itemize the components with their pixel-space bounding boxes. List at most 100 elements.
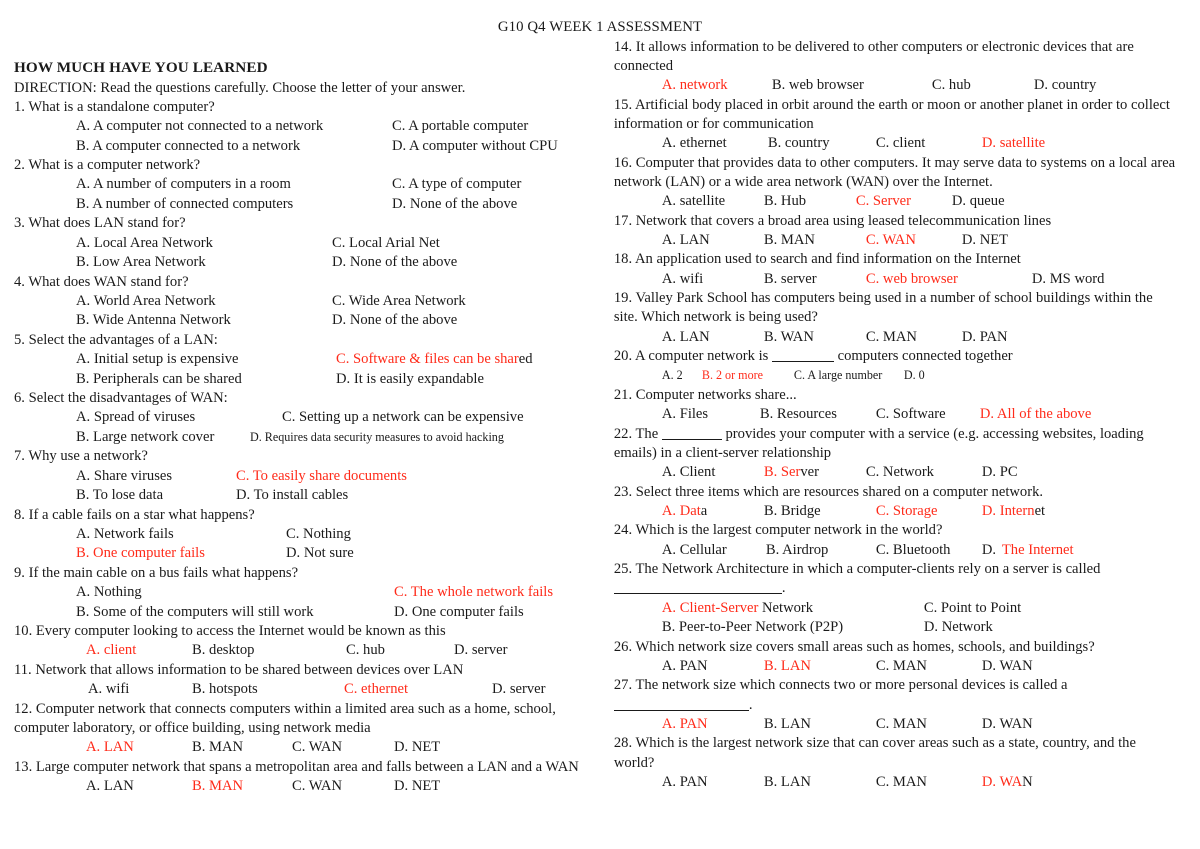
option-a[interactable]: A. Nothing <box>76 583 142 602</box>
option-b[interactable]: B. Peripherals can be shared <box>76 370 242 389</box>
option-d[interactable]: D. It is easily expandable <box>336 370 484 389</box>
option-c[interactable]: C. MAN <box>876 773 927 792</box>
option-b[interactable]: B. One computer fails <box>76 544 205 563</box>
option-c[interactable]: C. WAN <box>292 738 342 757</box>
option-a[interactable]: A. client <box>86 641 136 660</box>
option-c[interactable]: C. Server <box>856 192 911 211</box>
option-b[interactable]: B. Low Area Network <box>76 253 206 272</box>
option-b[interactable]: B. LAN <box>764 657 811 676</box>
option-c[interactable]: C. The whole network fails <box>394 583 553 602</box>
option-b[interactable]: B. LAN <box>764 715 811 734</box>
option-c[interactable]: C. Network <box>866 463 934 482</box>
option-a[interactable]: A. Network fails <box>76 525 174 544</box>
option-b[interactable]: B. Peer-to-Peer Network (P2P) <box>662 618 843 637</box>
option-a[interactable]: A. Local Area Network <box>76 234 213 253</box>
option-c[interactable]: C. Wide Area Network <box>332 292 466 311</box>
option-b[interactable]: B. hotspots <box>192 680 258 699</box>
option-c[interactable]: C. Setting up a network can be expensive <box>282 408 524 427</box>
option-c[interactable]: C. A type of computer <box>392 175 521 194</box>
option-b[interactable]: B. Server <box>764 463 819 482</box>
option-a[interactable]: A. Client-Server Network <box>662 599 813 618</box>
option-b[interactable]: B. server <box>764 270 817 289</box>
option-c[interactable]: C. MAN <box>876 715 927 734</box>
option-d[interactable]: D. WAN <box>982 773 1033 792</box>
option-c[interactable]: C. To easily share documents <box>236 467 407 486</box>
option-a[interactable]: A. Spread of viruses <box>76 408 195 427</box>
option-d[interactable]: D. NET <box>394 738 440 757</box>
option-d[interactable]: D. All of the above <box>980 405 1091 424</box>
option-b[interactable]: B. Wide Antenna Network <box>76 311 231 330</box>
option-a[interactable]: A. wifi <box>662 270 703 289</box>
option-b[interactable]: B. Some of the computers will still work <box>76 603 314 622</box>
option-a[interactable]: A. network <box>662 76 728 95</box>
option-a[interactable]: A. PAN <box>662 715 708 734</box>
option-b[interactable]: B. web browser <box>772 76 864 95</box>
option-c[interactable]: C. Nothing <box>286 525 351 544</box>
option-b[interactable]: B. Hub <box>764 192 806 211</box>
fill-in-blank[interactable] <box>613 698 749 711</box>
option-a[interactable]: A. ethernet <box>662 134 727 153</box>
option-c[interactable]: C. hub <box>932 76 971 95</box>
option-d[interactable]: D. Not sure <box>286 544 354 563</box>
option-b[interactable]: B. To lose data <box>76 486 163 505</box>
option-c[interactable]: C. WAN <box>292 777 342 796</box>
option-a[interactable]: A. PAN <box>662 657 708 676</box>
option-c[interactable]: C. ethernet <box>344 680 408 699</box>
option-c[interactable]: C. Software & files can be shared <box>336 350 533 369</box>
option-d[interactable]: D. server <box>492 680 546 699</box>
option-b[interactable]: B. WAN <box>764 328 814 347</box>
option-a[interactable]: A. Files <box>662 405 708 424</box>
option-c[interactable]: C. MAN <box>876 657 927 676</box>
option-d[interactable]: D. Internet <box>982 502 1045 521</box>
option-d[interactable]: D. NET <box>394 777 440 796</box>
fill-in-blank[interactable] <box>771 349 834 363</box>
option-d[interactable]: D. PC <box>982 463 1018 482</box>
option-d[interactable]: D. None of the above <box>332 253 457 272</box>
option-a[interactable]: A. Share viruses <box>76 467 172 486</box>
option-d[interactable]: D. None of the above <box>332 311 457 330</box>
option-a[interactable]: A. 2 <box>662 368 683 384</box>
option-a[interactable]: A. LAN <box>662 328 710 347</box>
option-d[interactable]: D. 0 <box>904 368 925 384</box>
option-c[interactable]: C. Point to Point <box>924 599 1021 618</box>
option-b[interactable]: B. Large network cover <box>76 428 214 447</box>
option-a[interactable]: A. LAN <box>86 738 134 757</box>
option-a[interactable]: A. PAN <box>662 773 708 792</box>
option-b[interactable]: B. Resources <box>760 405 837 424</box>
option-d[interactable]: D. satellite <box>982 134 1045 153</box>
option-b[interactable]: B. A number of connected computers <box>76 195 293 214</box>
option-d-prefix[interactable]: D. D. The Internet <box>982 541 1000 560</box>
option-c[interactable]: C. Bluetooth <box>876 541 951 560</box>
option-b[interactable]: B. country <box>768 134 830 153</box>
option-d[interactable]: D. WAN <box>982 657 1033 676</box>
option-d[interactable]: D. A computer without CPU <box>392 137 558 156</box>
option-c[interactable]: C. client <box>876 134 925 153</box>
option-d[interactable]: D. Network <box>924 618 993 637</box>
option-d[interactable]: D. PAN <box>962 328 1008 347</box>
option-a[interactable]: A. Data <box>662 502 707 521</box>
option-d[interactable]: D. server <box>454 641 508 660</box>
option-b[interactable]: B. Bridge <box>764 502 821 521</box>
option-c[interactable]: C. Storage <box>876 502 938 521</box>
option-d[interactable]: D. NET <box>962 231 1008 250</box>
option-c[interactable]: C. Software <box>876 405 946 424</box>
option-d[interactable]: D. None of the above <box>392 195 517 214</box>
option-a[interactable]: A. Initial setup is expensive <box>76 350 239 369</box>
fill-in-blank[interactable] <box>613 581 782 595</box>
option-a[interactable]: A. World Area Network <box>76 292 216 311</box>
option-a[interactable]: A. Client <box>662 463 716 482</box>
option-a[interactable]: A. wifi <box>88 680 129 699</box>
option-d[interactable]: D. Requires data security measures to av… <box>250 430 504 446</box>
option-b[interactable]: B. MAN <box>192 738 243 757</box>
option-c[interactable]: C. WAN <box>866 231 916 250</box>
option-a[interactable]: A. LAN <box>662 231 710 250</box>
option-c[interactable]: C. web browser <box>866 270 958 289</box>
option-a[interactable]: A. satellite <box>662 192 725 211</box>
option-d[interactable]: D. WAN <box>982 715 1033 734</box>
option-a[interactable]: A. A computer not connected to a network <box>76 117 323 136</box>
option-c[interactable]: C. A portable computer <box>392 117 528 136</box>
option-d[interactable]: D. country <box>1034 76 1096 95</box>
option-b[interactable]: B. 2 or more <box>702 368 763 384</box>
option-b[interactable]: B. LAN <box>764 773 811 792</box>
option-d[interactable]: D. To install cables <box>236 486 348 505</box>
